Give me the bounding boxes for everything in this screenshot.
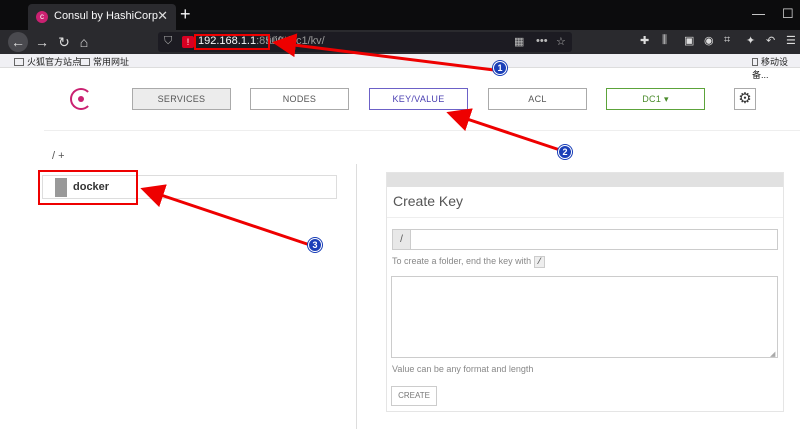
menu-icon[interactable]: ☰ bbox=[786, 34, 796, 47]
key-input[interactable] bbox=[410, 229, 778, 250]
home-icon[interactable]: ⌂ bbox=[74, 32, 94, 52]
annotation-badge-1: 1 bbox=[493, 61, 507, 75]
mobile-bookmarks[interactable]: 移动设备... bbox=[752, 55, 800, 81]
minimize-icon[interactable]: — bbox=[752, 6, 765, 21]
settings-gear-icon[interactable]: ⚙ bbox=[734, 88, 756, 110]
undo-icon[interactable]: ↶ bbox=[766, 34, 775, 47]
panel-header-bar bbox=[387, 173, 783, 187]
bookmark-item[interactable]: 常用网址 bbox=[80, 55, 129, 68]
addon-icon[interactable]: ✦ bbox=[746, 34, 755, 47]
bookmarks-bar: 火狐官方站点 常用网址 移动设备... bbox=[0, 54, 800, 80]
forward-icon[interactable]: → bbox=[32, 32, 52, 52]
folder-hint: To create a folder, end the key with / bbox=[392, 256, 546, 268]
insecure-connection-icon[interactable]: ! bbox=[182, 36, 194, 48]
folder-icon bbox=[14, 58, 24, 66]
annotation-badge-2: 2 bbox=[558, 145, 572, 159]
datacenter-dropdown[interactable]: DC1 ▾ bbox=[606, 88, 705, 110]
account-icon[interactable]: ◉ bbox=[704, 34, 714, 47]
extensions-icon[interactable]: ✚ bbox=[640, 34, 649, 47]
reload-icon[interactable]: ↻ bbox=[54, 32, 74, 52]
page-actions-icon[interactable]: ••• bbox=[536, 35, 548, 47]
panel-title: Create Key bbox=[393, 193, 464, 209]
bookmark-item[interactable]: 火狐官方站点 bbox=[14, 55, 81, 68]
consul-logo-icon[interactable] bbox=[70, 88, 92, 110]
column-divider bbox=[356, 164, 357, 429]
back-icon[interactable]: ← bbox=[8, 32, 28, 52]
panel-divider bbox=[387, 217, 783, 218]
tab-title: Consul by HashiCorp bbox=[54, 10, 158, 22]
folder-icon bbox=[752, 58, 758, 66]
create-button[interactable]: CREATE bbox=[391, 386, 437, 406]
library-icon[interactable]: ⫼ bbox=[662, 34, 667, 47]
nav-key-value-button[interactable]: KEY/VALUE bbox=[369, 88, 468, 110]
consul-favicon-icon: c bbox=[36, 11, 48, 23]
nav-nodes-button[interactable]: NODES bbox=[250, 88, 349, 110]
sidebar-icon[interactable]: ▣ bbox=[684, 34, 694, 47]
annotation-arrow-2 bbox=[446, 108, 561, 152]
bookmark-star-icon[interactable]: ☆ bbox=[556, 35, 566, 48]
screenshot-icon[interactable]: ⌗ bbox=[724, 34, 730, 47]
value-hint: Value can be any format and length bbox=[392, 364, 534, 374]
nav-services-button[interactable]: SERVICES bbox=[132, 88, 231, 110]
value-textarea[interactable] bbox=[391, 276, 778, 358]
annotation-box-docker bbox=[38, 170, 138, 205]
resize-grip-icon[interactable]: ◢ bbox=[770, 350, 775, 358]
new-tab-button[interactable]: + bbox=[180, 4, 191, 24]
browser-tab[interactable]: c Consul by HashiCorp ✕ bbox=[28, 4, 176, 30]
header-divider bbox=[44, 130, 800, 131]
shield-icon[interactable]: ⛉ bbox=[164, 35, 172, 48]
url-path: /ui/#/dc1/kv/ bbox=[266, 35, 325, 47]
qr-code-icon[interactable]: ▦ bbox=[514, 35, 524, 48]
browser-tab-bar: c Consul by HashiCorp ✕ + — ☐ bbox=[0, 0, 800, 30]
tab-close-icon[interactable]: ✕ bbox=[157, 8, 168, 24]
annotation-box-url bbox=[194, 34, 270, 50]
nav-acl-button[interactable]: ACL bbox=[488, 88, 587, 110]
annotation-badge-3: 3 bbox=[308, 238, 322, 252]
folder-icon bbox=[80, 58, 90, 66]
kv-breadcrumb[interactable]: / + bbox=[52, 150, 65, 162]
maximize-icon[interactable]: ☐ bbox=[782, 6, 794, 22]
key-prefix: / bbox=[392, 229, 411, 250]
browser-nav-bar: ← → ↻ ⌂ ⛉ ! 192.168.1.1:8500 /ui/#/dc1/k… bbox=[0, 30, 800, 54]
